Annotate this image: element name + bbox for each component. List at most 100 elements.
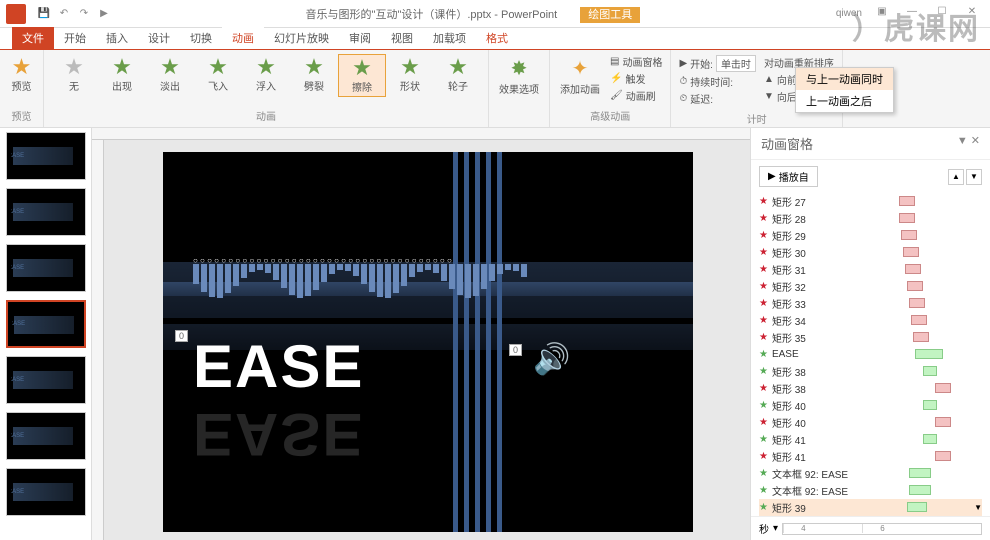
timing-bar[interactable] [923,400,937,410]
close-icon[interactable]: ✕ [958,6,986,22]
animation-pane-button[interactable]: ▤动画窗格 [610,54,662,69]
tab-view[interactable]: 视图 [381,27,423,49]
delay-row[interactable]: ⏲延迟: [679,90,755,107]
tab-file[interactable]: 文件 [12,27,54,49]
anim-effect-轮子[interactable]: ★轮子 [434,54,482,97]
anim-list-item[interactable]: ★矩形 41 [759,448,982,465]
add-animation-button[interactable]: ✦ 添加动画 [554,52,606,105]
tab-home[interactable]: 开始 [54,27,96,49]
vertical-stripes[interactable] [453,152,502,532]
anim-list-item[interactable]: ★矩形 32 [759,278,982,295]
anim-effect-淡出[interactable]: ★淡出 [146,54,194,97]
anim-list-item[interactable]: ★文本框 92: EASE [759,482,982,499]
maximize-icon[interactable]: ☐ [928,6,956,22]
anim-effect-劈裂[interactable]: ★劈裂 [290,54,338,97]
anim-list-item[interactable]: ★矩形 33 [759,295,982,312]
anim-effect-飞入[interactable]: ★飞入 [194,54,242,97]
timing-bar[interactable] [923,366,937,376]
anim-list-item[interactable]: ★矩形 40 [759,397,982,414]
anim-list-item[interactable]: ★文本框 92: EASE [759,465,982,482]
dropdown-after-previous[interactable]: 上一动画之后 [796,90,893,112]
undo-icon[interactable]: ↶ [56,6,72,22]
anim-list-item[interactable]: ★EASE [759,346,982,363]
anim-list-item[interactable]: ★矩形 40 [759,414,982,431]
move-up-button[interactable]: ▲ [948,169,964,185]
anim-effect-形状[interactable]: ★形状 [386,54,434,97]
redo-icon[interactable]: ↷ [76,6,92,22]
anim-list-item[interactable]: ★矩形 38 [759,380,982,397]
tab-insert[interactable]: 插入 [96,27,138,49]
dropdown-with-previous[interactable]: 与上一动画同时 [796,68,893,90]
animation-painter-button[interactable]: 🖌动画刷 [610,88,662,103]
anim-list-item[interactable]: ★矩形 29 [759,227,982,244]
anim-list-item[interactable]: ★矩形 35 [759,329,982,346]
audio-icon[interactable]: 🔊 [533,342,570,377]
thumbnail-2[interactable]: :ASE [6,188,86,236]
animation-list[interactable]: ★矩形 27★矩形 28★矩形 29★矩形 30★矩形 31★矩形 32★矩形 … [751,193,990,516]
pane-close-icon[interactable]: ▼ ✕ [957,134,980,153]
tab-animations[interactable]: 动画 [222,27,264,49]
tab-slideshow[interactable]: 幻灯片放映 [264,27,339,49]
animation-gallery[interactable]: ★无★出现★淡出★飞入★浮入★劈裂★擦除★形状★轮子 [48,52,484,99]
anim-list-item[interactable]: ★矩形 38 [759,363,982,380]
timing-bar[interactable] [901,230,917,240]
timing-bar[interactable] [905,264,921,274]
timing-bar[interactable] [915,349,943,359]
tab-transitions[interactable]: 切换 [180,27,222,49]
anim-list-item[interactable]: ★矩形 34 [759,312,982,329]
timing-bar[interactable] [899,213,915,223]
ribbon-options-icon[interactable]: ▣ [868,6,896,22]
timing-bar[interactable] [907,281,923,291]
thumbnail-4[interactable]: :ASE [6,300,86,348]
timing-bar[interactable] [935,383,951,393]
timing-bar[interactable] [913,332,929,342]
marker-right[interactable]: 0 [509,344,522,356]
timeline-ruler[interactable]: 46 [782,523,982,535]
move-down-button[interactable]: ▼ [966,169,982,185]
chevron-down-icon[interactable]: ▼ [974,503,982,512]
anim-list-item[interactable]: ★矩形 41 [759,431,982,448]
anim-list-item[interactable]: ★矩形 30 [759,244,982,261]
seconds-label[interactable]: 秒 [759,521,769,536]
tab-design[interactable]: 设计 [138,27,180,49]
tab-addins[interactable]: 加载项 [423,27,476,49]
timing-bar[interactable] [911,315,927,325]
anim-list-item[interactable]: ★矩形 31 [759,261,982,278]
anim-effect-浮入[interactable]: ★浮入 [242,54,290,97]
play-from-button[interactable]: ▶播放自 [759,166,818,187]
marker-left[interactable]: 0 [175,330,188,342]
start-slideshow-icon[interactable]: ▶ [96,6,112,22]
timing-bar[interactable] [909,298,925,308]
small-bars-top[interactable] [193,264,527,298]
start-row[interactable]: ▶开始: 单击时 [679,54,755,73]
tab-review[interactable]: 审阅 [339,27,381,49]
timing-bar[interactable] [903,247,919,257]
anim-effect-无[interactable]: ★无 [50,54,98,97]
timing-bar[interactable] [935,451,951,461]
duration-row[interactable]: ⏱持续时间: [679,73,755,90]
thumbnail-1[interactable]: :ASE [6,132,86,180]
preview-button[interactable]: ★ 预览 [8,52,36,97]
thumbnail-7[interactable]: :ASE [6,468,86,516]
thumbnail-6[interactable]: :ASE [6,412,86,460]
thumbnail-3[interactable]: :ASE [6,244,86,292]
save-icon[interactable]: 💾 [36,6,52,22]
slide-thumbnails[interactable]: :ASE :ASE :ASE :ASE :ASE :ASE :ASE [0,128,92,540]
timing-bar[interactable] [899,196,915,206]
effect-options-button[interactable]: ✸ 效果选项 [493,52,545,100]
minimize-icon[interactable]: — [898,6,926,22]
timing-bar[interactable] [923,434,937,444]
anim-effect-出现[interactable]: ★出现 [98,54,146,97]
tab-format[interactable]: 格式 [476,27,518,49]
timing-bar[interactable] [909,468,931,478]
user-name[interactable]: qiwen [830,8,868,19]
slide-canvas-area[interactable]: ○ ○ ○ ○ ○ ○ ○ ○ ○ ○ ○ ○ ○ ○ ○ ○ ○ ○ ○ ○ … [92,128,750,540]
thumbnail-5[interactable]: :ASE [6,356,86,404]
anim-effect-擦除[interactable]: ★擦除 [338,54,386,97]
anim-list-item[interactable]: ★矩形 28 [759,210,982,227]
anim-list-item[interactable]: ★矩形 39▼ [759,499,982,516]
trigger-button[interactable]: ⚡触发 [610,71,662,86]
timing-bar[interactable] [907,502,927,512]
anim-list-item[interactable]: ★矩形 27 [759,193,982,210]
slide[interactable]: ○ ○ ○ ○ ○ ○ ○ ○ ○ ○ ○ ○ ○ ○ ○ ○ ○ ○ ○ ○ … [163,152,693,532]
